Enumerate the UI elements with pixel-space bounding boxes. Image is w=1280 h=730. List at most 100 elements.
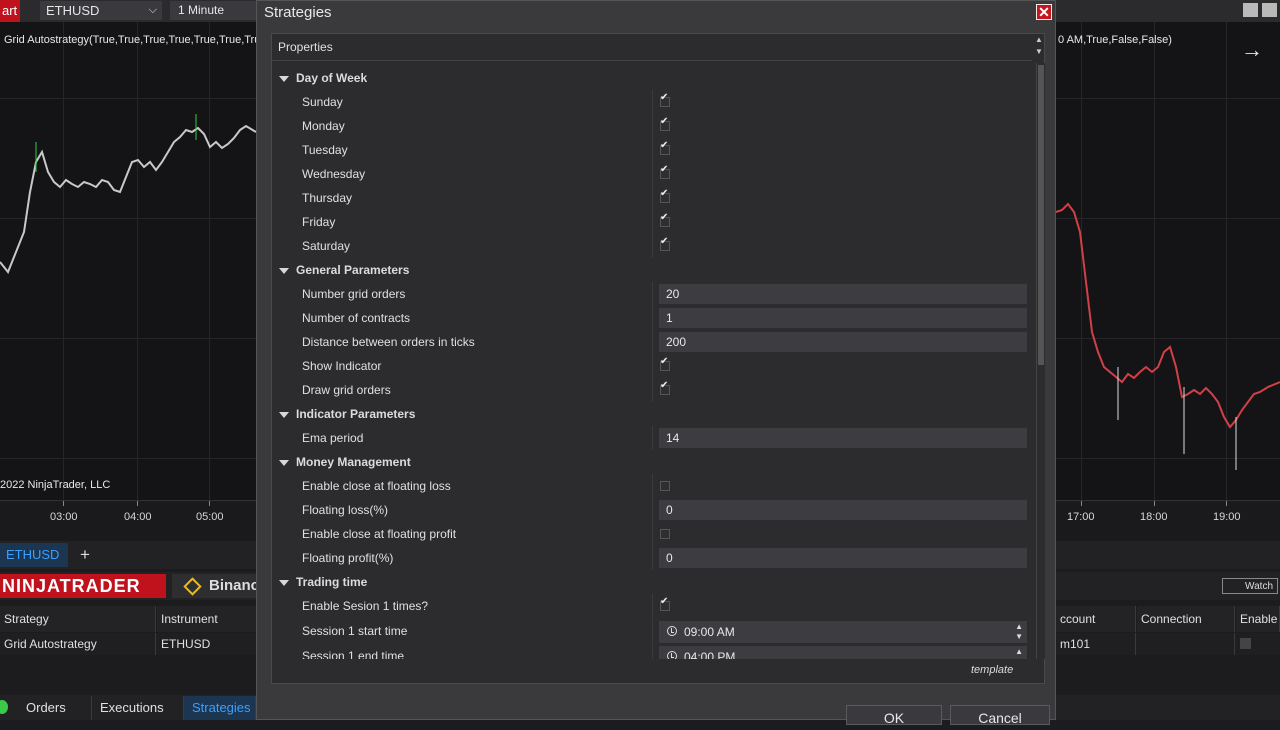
check-mark-icon: ✔ [660,92,669,103]
time-tick-label: 05:00 [196,511,224,523]
properties-scrollbar[interactable] [1036,63,1045,659]
column-header-enabled[interactable]: Enable [1236,606,1280,632]
session1-start-value: 09:00 AM [684,625,735,639]
session1-end-value: 04:00 PM [684,650,736,659]
tab-strategies[interactable]: Strategies [184,696,256,720]
instrument-select[interactable]: ETHUSD ⌵ [40,1,162,20]
scrollbar-thumb[interactable] [1038,65,1044,365]
category-general-parameters[interactable]: General Parameters [272,258,1032,282]
number-grid-orders-input[interactable]: 20 [659,284,1027,304]
ema-period-input[interactable]: 14 [659,428,1027,448]
property-label: Monday [302,119,345,133]
ok-button[interactable]: OK [846,705,942,726]
template-link[interactable]: template [971,664,1013,676]
number-of-contracts-input[interactable]: 1 [659,308,1027,328]
dialog-title: Strategies [264,4,332,21]
floating-loss-input[interactable]: 0 [659,500,1027,520]
property-row-saturday: Saturday ✔ [272,234,1032,258]
column-divider [652,90,653,114]
enabled-checkbox[interactable] [1240,638,1251,649]
tab-ethusd[interactable]: ETHUSD [0,543,68,567]
tab-executions[interactable]: Executions [92,696,184,720]
chart-tab[interactable]: art [0,0,20,22]
category-money-management[interactable]: Money Management [272,450,1032,474]
category-label: Trading time [296,575,368,589]
property-label: Sunday [302,95,343,109]
property-label: Thursday [302,191,353,205]
property-row-floating-profit: Floating profit(%) 0 [272,546,1032,570]
property-label: Tuesday [302,143,348,157]
draw-grid-orders-checkbox[interactable]: ✔ [660,380,670,395]
category-label: General Parameters [296,263,410,277]
category-indicator-parameters[interactable]: Indicator Parameters [272,402,1032,426]
clock-icon [667,651,677,659]
floating-profit-input[interactable]: 0 [659,548,1027,568]
interval-select[interactable]: 1 Minute [170,1,258,20]
session1-start-time-picker[interactable]: 09:00 AM ▲ ▼ [659,621,1027,643]
restore-window-button[interactable] [1243,3,1258,17]
property-label: Session 1 end time [302,649,405,659]
category-label: Indicator Parameters [296,407,416,421]
column-header-instrument[interactable]: Instrument [157,606,257,632]
tick-mark [137,501,138,506]
sunday-checkbox[interactable]: ✔ [660,92,670,107]
price-line-right [1055,202,1280,429]
tuesday-checkbox[interactable]: ✔ [660,140,670,155]
close-floating-loss-checkbox[interactable] [660,481,670,491]
chart-copyright: 2022 NinjaTrader, LLC [0,479,111,491]
properties-scroll-arrows[interactable]: ▲ ▼ [1035,34,1045,58]
arrow-right-icon[interactable]: → [1241,38,1263,62]
property-row-close-floating-profit: Enable close at floating profit [272,522,1032,546]
session1-enable-checkbox[interactable]: ✔ [660,596,670,611]
cancel-button[interactable]: Cancel [950,705,1050,726]
tab-orders[interactable]: Orders [18,696,92,720]
show-indicator-checkbox[interactable]: ✔ [660,356,670,371]
property-row-session1-enable: Enable Sesion 1 times? ✔ [272,594,1032,618]
wednesday-checkbox[interactable]: ✔ [660,164,670,179]
instrument-select-value: ETHUSD [46,3,100,18]
distance-input[interactable]: 200 [659,332,1027,352]
saturday-checkbox[interactable]: ✔ [660,236,670,251]
column-header-account[interactable]: ccount display [1056,606,1136,652]
column-divider [652,426,653,450]
property-label: Show Indicator [302,359,382,373]
property-row-friday: Friday ✔ [272,210,1032,234]
property-label: Number of contracts [302,311,411,325]
cell-instrument: ETHUSD [157,633,257,655]
category-day-of-week[interactable]: Day of Week [272,66,1032,90]
monday-checkbox[interactable]: ✔ [660,116,670,131]
property-row-session1-end: Session 1 end time 04:00 PM ▲▼ [272,644,1032,659]
tick-mark [209,501,210,506]
friday-checkbox[interactable]: ✔ [660,212,670,227]
column-header-connection[interactable]: Connection [1137,606,1235,632]
close-button[interactable]: ✕ [1036,4,1052,20]
property-label: Session 1 start time [302,624,408,638]
property-row-close-floating-loss: Enable close at floating loss [272,474,1032,498]
check-mark-icon: ✔ [660,596,669,607]
property-label: Wednesday [302,167,366,181]
maximize-window-button[interactable] [1262,3,1277,17]
clock-icon [667,626,677,636]
property-row-number-grid-orders: Number grid orders 20 [272,282,1032,306]
thursday-checkbox[interactable]: ✔ [660,188,670,203]
spinner-arrows-icon[interactable]: ▲▼ [1015,647,1023,659]
add-tab-button[interactable]: + [74,543,96,567]
tick-mark [1226,501,1227,506]
watch-button[interactable]: Watch [1222,578,1278,594]
property-row-thursday: Thursday ✔ [272,186,1032,210]
category-trading-time[interactable]: Trading time [272,570,1032,594]
check-mark-icon: ✔ [660,356,669,367]
spinner-arrows-icon[interactable]: ▲▼ [1015,622,1023,642]
property-row-sunday: Sunday ✔ [272,90,1032,114]
cell-account: m101 [1056,633,1136,655]
session1-end-time-picker[interactable]: 04:00 PM ▲▼ [659,646,1027,659]
close-floating-profit-checkbox[interactable] [660,529,670,539]
caret-down-icon [279,268,289,274]
time-tick-label: 17:00 [1067,511,1095,523]
column-header-strategy[interactable]: Strategy [0,606,156,632]
property-row-ema-period: Ema period 14 [272,426,1032,450]
time-tick-label: 03:00 [50,511,78,523]
property-label: Friday [302,215,336,229]
column-divider [652,594,653,618]
column-divider [652,644,653,659]
